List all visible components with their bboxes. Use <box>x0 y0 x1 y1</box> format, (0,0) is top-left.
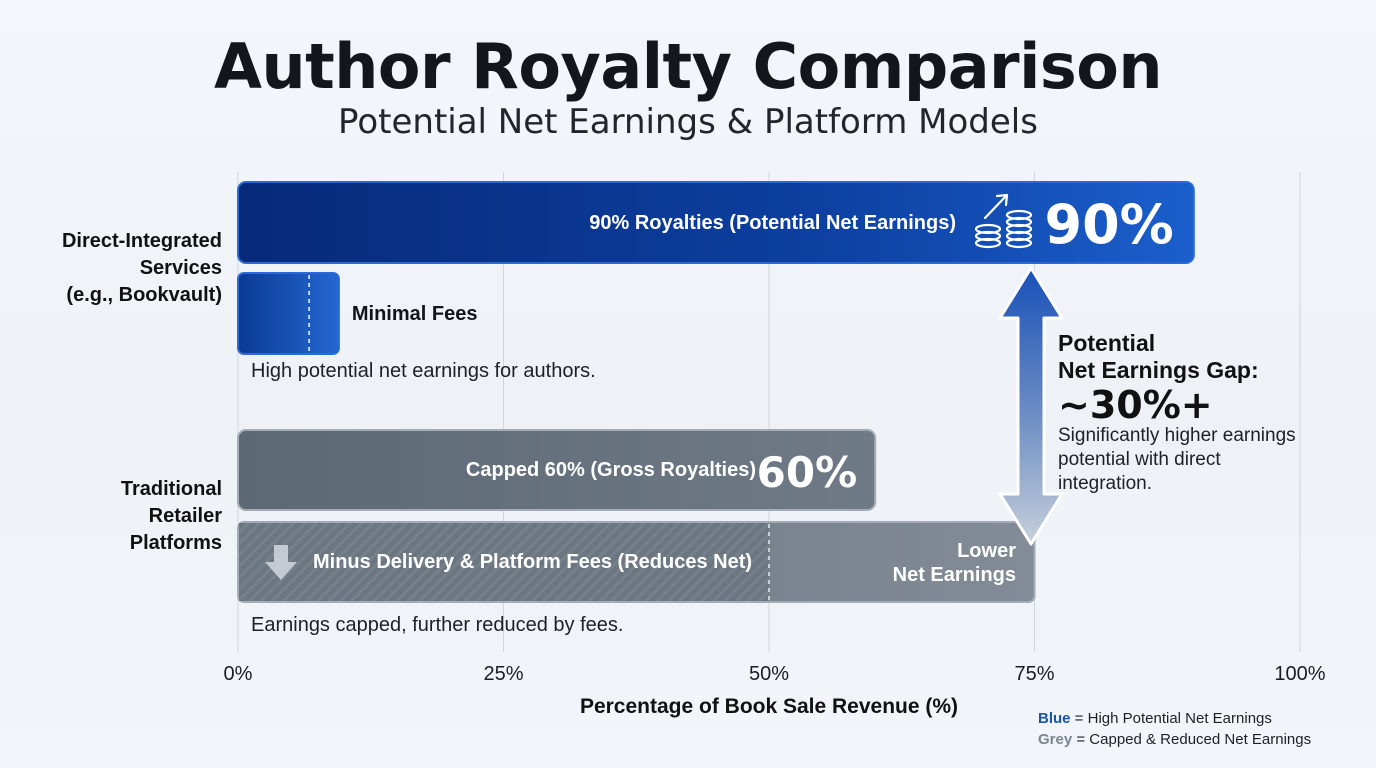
x-tick-label-0: 0% <box>224 663 253 685</box>
gap-annotation-description: Significantly higher earnings potential … <box>1058 425 1296 494</box>
bar-label-direct-fees: Minimal Fees <box>352 303 478 325</box>
legend-item-grey: Grey = Capped & Reduced Net Earnings <box>1038 729 1311 750</box>
bar-label-direct-royalties: 90% Royalties (Potential Net Earnings) <box>589 212 956 234</box>
gap-double-arrow-icon <box>998 266 1064 546</box>
bar-end-label-line1: Lower <box>957 540 1016 562</box>
bar-label-traditional-gross: Capped 60% (Gross Royalties) <box>466 459 756 481</box>
x-tick-label-25: 25% <box>483 663 523 685</box>
x-tick-label-100: 100% <box>1274 663 1325 685</box>
category-label-direct: Direct-Integrated Services (e.g., Bookva… <box>61 230 222 306</box>
legend-text-blue: = High Potential Net Earnings <box>1070 710 1272 727</box>
x-tick-label-50: 50% <box>749 663 789 685</box>
direct-note: High potential net earnings for authors. <box>251 360 596 382</box>
legend-key-blue: Blue <box>1038 710 1071 727</box>
gap-annotation-title: Potential Net Earnings Gap: <box>1058 330 1259 383</box>
legend-item-blue: Blue = High Potential Net Earnings <box>1038 708 1311 729</box>
legend-text-grey: = Capped & Reduced Net Earnings <box>1072 731 1312 748</box>
legend: Blue = High Potential Net Earnings Grey … <box>1038 708 1311 750</box>
category-label-traditional: Traditional Retailer Platforms <box>120 478 222 554</box>
bar-direct-fees <box>237 272 340 355</box>
traditional-note: Earnings capped, further reduced by fees… <box>251 614 624 636</box>
x-tick-label-75: 75% <box>1014 663 1054 685</box>
gap-annotation-value: ~30%+ <box>1058 383 1213 427</box>
bar-value-direct-royalties: 90% <box>1045 193 1174 256</box>
legend-key-grey: Grey <box>1038 731 1073 748</box>
bar-end-label-line2: Net Earnings <box>893 564 1016 586</box>
bar-value-traditional-gross: 60% <box>757 448 858 497</box>
bar-label-traditional-net: Minus Delivery & Platform Fees (Reduces … <box>313 551 752 573</box>
